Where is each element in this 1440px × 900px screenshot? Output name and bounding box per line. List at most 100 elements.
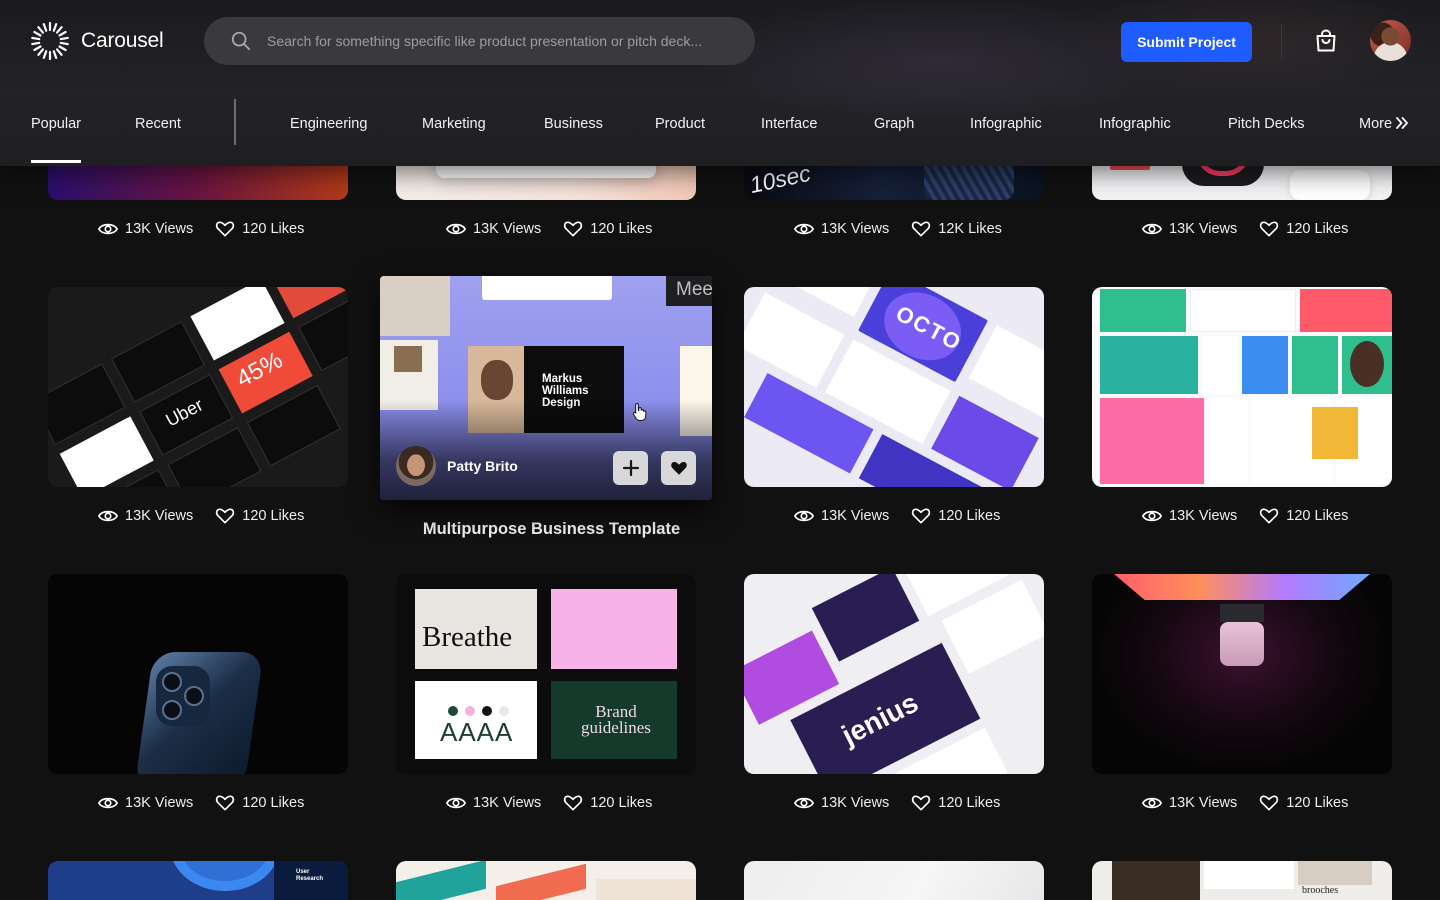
views-stat: 13K Views: [794, 794, 889, 812]
views-count: 13K Views: [821, 795, 890, 811]
views-stat: 13K Views: [794, 220, 889, 238]
category-engineering[interactable]: Engineering: [290, 114, 367, 134]
thumbnail-text: AAAA: [440, 717, 514, 747]
card-stats: 13K Views 120 Likes: [1142, 506, 1348, 526]
project-card-thumbnail[interactable]: User Research: [48, 861, 348, 900]
tab-popular[interactable]: Popular: [31, 114, 81, 163]
more-categories-button[interactable]: More: [1359, 114, 1409, 134]
category-business[interactable]: Business: [544, 114, 603, 134]
category-interface[interactable]: Interface: [761, 114, 817, 134]
views-count: 13K Views: [125, 221, 194, 237]
more-label: More: [1359, 116, 1393, 132]
add-to-collection-button[interactable]: [613, 451, 648, 485]
likes-stat[interactable]: 120 Likes: [215, 220, 304, 238]
search-icon: [231, 31, 251, 51]
heart-icon: [912, 221, 931, 237]
search-bar[interactable]: [204, 17, 755, 65]
likes-count: 120 Likes: [1286, 795, 1349, 811]
top-header: Carousel Submit Project Popular Recent E…: [0, 0, 1440, 166]
likes-stat[interactable]: 120 Likes: [215, 507, 304, 525]
shopping-bag-icon[interactable]: [1313, 28, 1339, 54]
project-card-thumbnail[interactable]: [1092, 574, 1392, 774]
likes-stat[interactable]: 120 Likes: [1259, 507, 1348, 525]
card-stats: 13K Views 120 Likes: [98, 219, 304, 239]
project-card-thumbnail[interactable]: Uber 45%: [48, 287, 348, 487]
search-input[interactable]: [267, 26, 737, 56]
views-stat: 13K Views: [98, 220, 193, 238]
logo[interactable]: Carousel: [30, 20, 164, 62]
likes-count: 120 Likes: [590, 795, 653, 811]
project-card-thumbnail[interactable]: [48, 574, 348, 774]
project-card-thumbnail[interactable]: OCTO: [744, 287, 1044, 487]
heart-icon: [1260, 795, 1279, 811]
header-divider: [1281, 24, 1282, 58]
views-stat: 13K Views: [1142, 507, 1237, 525]
views-stat: 13K Views: [98, 507, 193, 525]
eye-icon: [1142, 797, 1162, 809]
views-stat: 13K Views: [446, 220, 541, 238]
tab-recent[interactable]: Recent: [135, 114, 181, 134]
project-title[interactable]: Multipurpose Business Template: [380, 520, 723, 539]
views-count: 13K Views: [1169, 795, 1238, 811]
eye-icon: [794, 510, 814, 522]
submit-project-button[interactable]: Submit Project: [1121, 22, 1252, 62]
category-product[interactable]: Product: [655, 114, 705, 134]
likes-stat[interactable]: 120 Likes: [1259, 220, 1348, 238]
views-count: 13K Views: [473, 795, 542, 811]
project-card-thumbnail[interactable]: [744, 861, 1044, 900]
card-stats: 13K Views 120 Likes: [446, 219, 652, 239]
eye-icon: [446, 797, 466, 809]
likes-stat[interactable]: 120 Likes: [563, 220, 652, 238]
thumbnail-text: User Research: [296, 869, 324, 882]
eye-icon: [98, 510, 118, 522]
views-count: 13K Views: [473, 221, 542, 237]
eye-icon: [98, 797, 118, 809]
category-nav: Popular Recent Engineering Marketing Bus…: [0, 84, 1440, 166]
author-name[interactable]: Patty Brito: [447, 458, 518, 474]
project-card-hovered[interactable]: Mee Markus Williams Design Patty Brito: [380, 276, 712, 500]
likes-stat[interactable]: 120 Likes: [563, 794, 652, 812]
likes-stat[interactable]: 120 Likes: [215, 794, 304, 812]
category-graph[interactable]: Graph: [874, 114, 914, 134]
views-count: 13K Views: [125, 795, 194, 811]
plus-icon: [622, 459, 639, 477]
views-stat: 13K Views: [98, 794, 193, 812]
likes-stat[interactable]: 120 Likes: [1259, 794, 1348, 812]
category-infographic[interactable]: Infographic: [970, 114, 1042, 134]
eye-icon: [446, 223, 466, 235]
project-card-thumbnail[interactable]: brooches: [1092, 861, 1392, 900]
likes-count: 120 Likes: [242, 221, 305, 237]
likes-stat[interactable]: 120 Likes: [911, 794, 1000, 812]
category-marketing[interactable]: Marketing: [422, 114, 486, 134]
heart-icon: [216, 795, 235, 811]
card-hover-overlay: [380, 400, 712, 500]
heart-icon: [912, 795, 931, 811]
thumbnail-text: Mee: [676, 279, 712, 300]
user-avatar[interactable]: [1370, 20, 1411, 61]
card-stats: 13K Views 120 Likes: [794, 506, 1000, 526]
eye-icon: [98, 223, 118, 235]
category-pitch-decks[interactable]: Pitch Decks: [1228, 114, 1305, 134]
chevrons-right-icon: [1396, 117, 1408, 129]
card-stats: 13K Views 120 Likes: [794, 793, 1000, 813]
views-count: 13K Views: [1169, 508, 1238, 524]
views-count: 13K Views: [821, 221, 890, 237]
project-card-thumbnail[interactable]: jenius: [744, 574, 1044, 774]
likes-count: 120 Likes: [242, 508, 305, 524]
views-count: 13K Views: [125, 508, 194, 524]
like-button[interactable]: [661, 451, 696, 485]
project-card-thumbnail[interactable]: [1092, 287, 1392, 487]
nav-divider: [234, 99, 236, 145]
author-avatar[interactable]: [396, 446, 436, 486]
likes-stat[interactable]: 12K Likes: [911, 220, 1002, 238]
card-stats: 13K Views 120 Likes: [446, 793, 652, 813]
card-stats: 13K Views 120 Likes: [98, 793, 304, 813]
likes-count: 120 Likes: [1286, 221, 1349, 237]
project-card-thumbnail[interactable]: [396, 861, 696, 900]
project-card-thumbnail[interactable]: Breathe AAAA Brand guidelines: [396, 574, 696, 774]
eye-icon: [794, 797, 814, 809]
views-stat: 13K Views: [1142, 794, 1237, 812]
category-infographic-2[interactable]: Infographic: [1099, 114, 1171, 134]
thumbnail-text: brooches: [1302, 885, 1339, 896]
likes-stat[interactable]: 120 Likes: [911, 507, 1000, 525]
